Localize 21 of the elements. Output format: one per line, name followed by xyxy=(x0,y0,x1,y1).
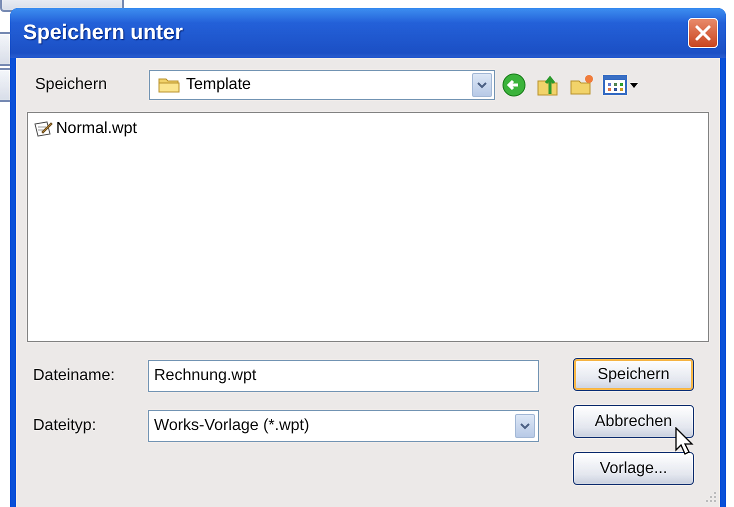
folder-dropdown[interactable]: Template xyxy=(149,70,495,100)
view-grid-icon xyxy=(603,75,627,95)
filetype-label: Dateityp: xyxy=(32,417,98,435)
resize-grip-icon xyxy=(704,490,718,504)
save-in-label: Speichern xyxy=(34,76,108,94)
template-file-icon xyxy=(33,120,53,138)
close-button[interactable] xyxy=(688,18,718,48)
filename-label: Dateiname: xyxy=(32,367,116,385)
filename-field[interactable]: Rechnung.wpt xyxy=(148,360,539,392)
caret-icon xyxy=(630,82,638,88)
dialog-button[interactable]: Abbrechen xyxy=(573,405,694,438)
dialog-button[interactable]: Vorlage... xyxy=(573,452,694,485)
window-title: Speichern unter xyxy=(23,21,183,45)
filetype-dropdown[interactable]: Works-Vorlage (*.wpt) xyxy=(148,410,539,442)
file-name: Normal.wpt xyxy=(56,120,137,138)
folder-icon xyxy=(158,76,180,94)
mouse-pointer-icon xyxy=(675,427,695,455)
back-icon[interactable] xyxy=(501,72,527,98)
view-menu-button[interactable] xyxy=(603,75,638,95)
file-item[interactable]: Normal.wpt xyxy=(31,119,139,139)
dialog-button[interactable]: Speichern xyxy=(573,358,694,391)
